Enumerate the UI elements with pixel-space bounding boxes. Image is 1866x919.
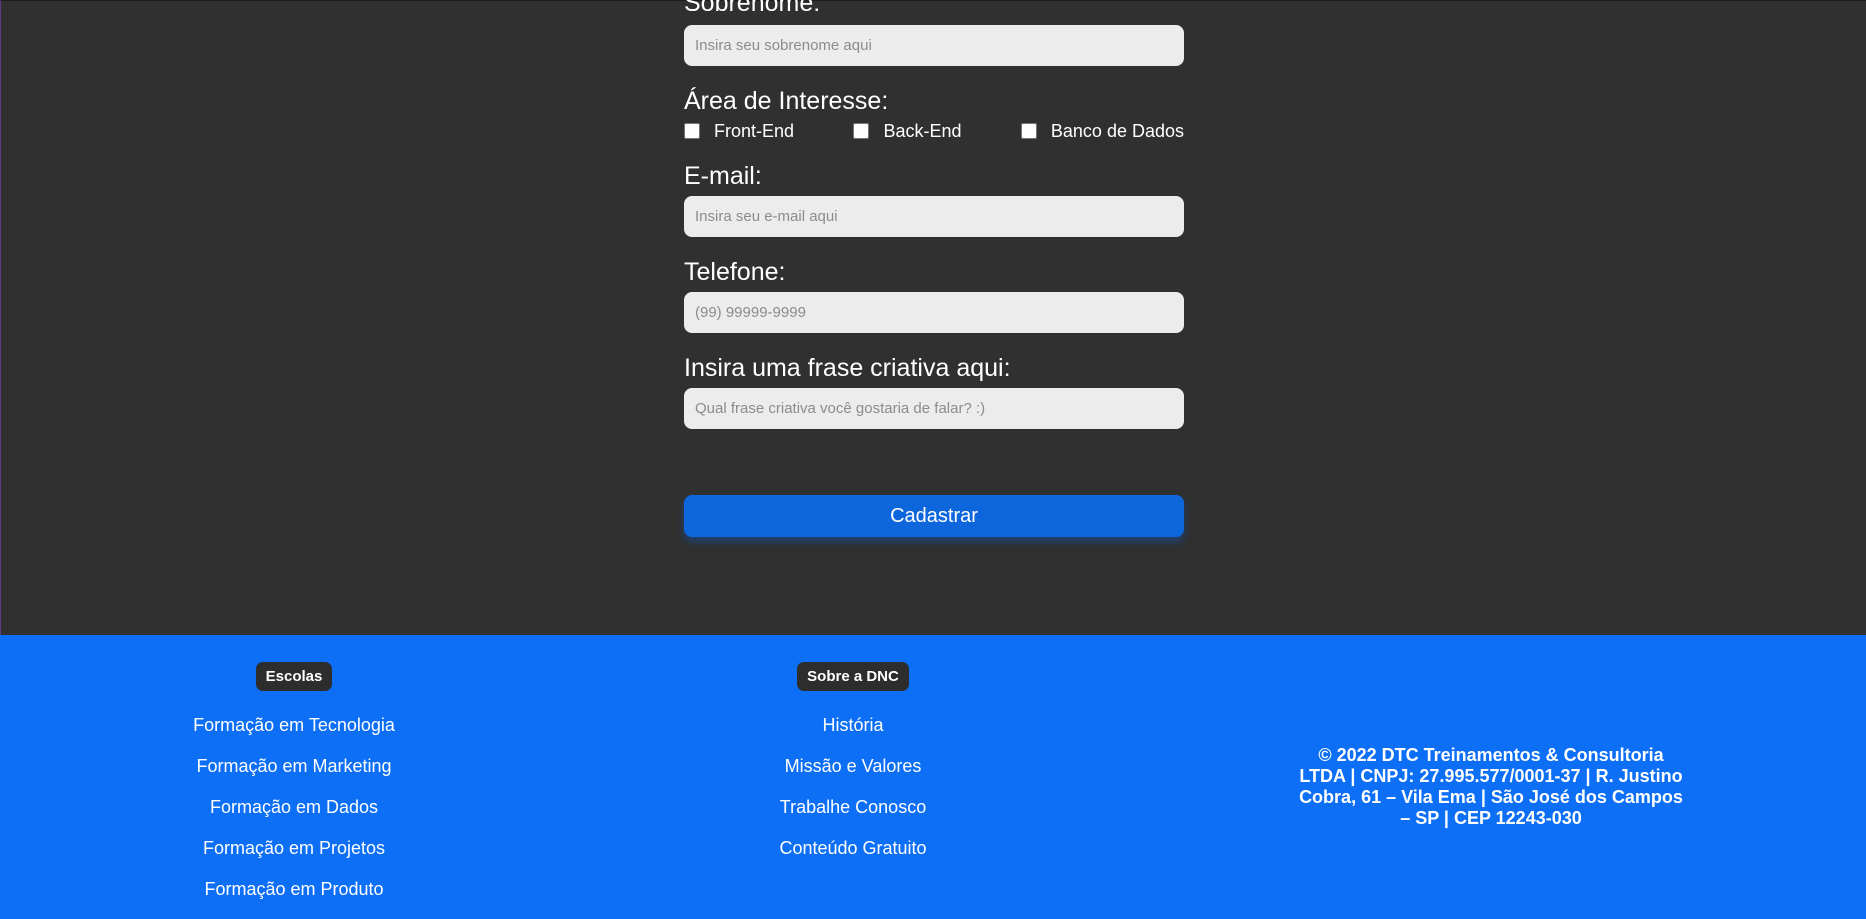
frase-input[interactable]: [684, 388, 1184, 429]
link-formacao-marketing[interactable]: Formação em Marketing: [144, 746, 444, 787]
footer: Escolas Formação em Tecnologia Formação …: [0, 635, 1866, 919]
front-end-checkbox[interactable]: [684, 123, 700, 139]
copyright-text: © 2022 DTC Treinamentos & Consultoria LT…: [1299, 745, 1683, 828]
sobre-links: História Missão e Valores Trabalhe Conos…: [703, 705, 1003, 869]
escolas-badge: Escolas: [255, 662, 333, 691]
footer-sobre-column: Sobre a DNC História Missão e Valores Tr…: [703, 662, 1003, 869]
checkbox-banco-de-dados[interactable]: Banco de Dados: [1020, 120, 1184, 142]
area-interesse-label: Área de Interesse:: [684, 87, 889, 115]
email-label: E-mail:: [684, 162, 762, 190]
banco-de-dados-label: Banco de Dados: [1050, 120, 1184, 141]
page: Sobrenome: Área de Interesse: Front-End …: [0, 0, 1866, 919]
link-formacao-tecnologia[interactable]: Formação em Tecnologia: [144, 705, 444, 746]
telefone-label: Telefone:: [684, 258, 786, 286]
link-formacao-dados[interactable]: Formação em Dados: [144, 787, 444, 828]
cadastrar-button[interactable]: Cadastrar: [684, 495, 1184, 537]
form-section: Sobrenome: Área de Interesse: Front-End …: [0, 0, 1866, 635]
telefone-input[interactable]: [684, 292, 1184, 333]
link-formacao-projetos[interactable]: Formação em Projetos: [144, 828, 444, 869]
frase-label: Insira uma frase criativa aqui:: [684, 354, 1011, 382]
link-missao-valores[interactable]: Missão e Valores: [703, 746, 1003, 787]
checkbox-back-end[interactable]: Back-End: [853, 120, 962, 142]
link-conteudo-gratuito[interactable]: Conteúdo Gratuito: [703, 828, 1003, 869]
back-end-checkbox[interactable]: [853, 123, 870, 139]
sobrenome-input[interactable]: [684, 25, 1184, 66]
link-historia[interactable]: História: [703, 705, 1003, 746]
front-end-label: Front-End: [714, 120, 795, 141]
area-interesse-options: Front-End Back-End Banco de Dados: [684, 119, 1184, 143]
banco-de-dados-checkbox[interactable]: [1020, 123, 1037, 139]
sobre-badge: Sobre a DNC: [797, 662, 909, 691]
link-trabalhe-conosco[interactable]: Trabalhe Conosco: [703, 787, 1003, 828]
link-formacao-produto[interactable]: Formação em Produto: [144, 869, 444, 910]
escolas-links: Formação em Tecnologia Formação em Marke…: [144, 705, 444, 910]
footer-escolas-column: Escolas Formação em Tecnologia Formação …: [144, 662, 444, 910]
email-input[interactable]: [684, 196, 1184, 237]
checkbox-front-end[interactable]: Front-End: [684, 121, 794, 142]
back-end-label: Back-End: [883, 120, 962, 141]
sobrenome-label: Sobrenome:: [684, 0, 821, 17]
